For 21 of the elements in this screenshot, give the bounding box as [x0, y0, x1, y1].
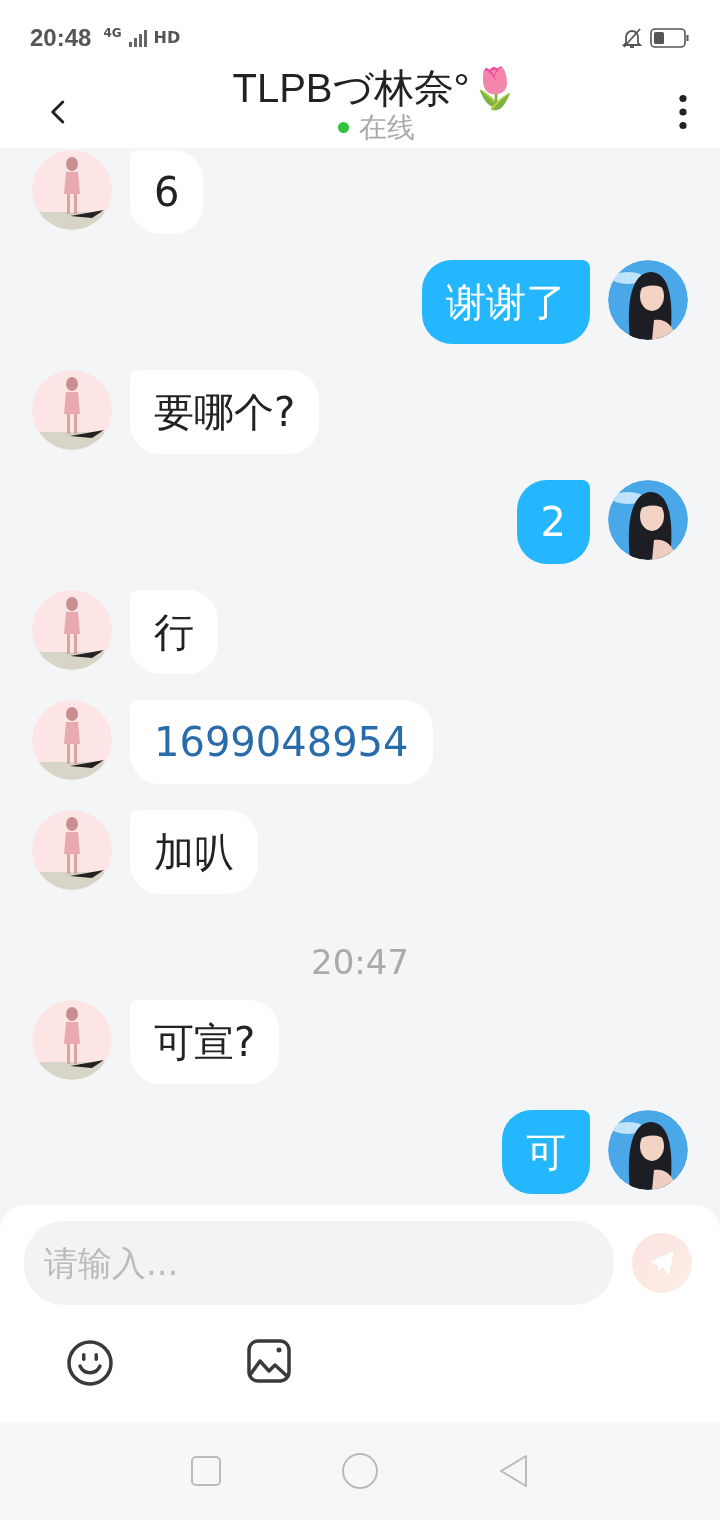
message-bubble: 6: [130, 150, 204, 234]
status-time: 20:48: [30, 23, 92, 52]
emoji-icon[interactable]: [66, 1339, 114, 1387]
signal-icon: [127, 27, 148, 48]
message-bubble: 可: [502, 1110, 590, 1194]
hd-label: HD: [153, 28, 181, 47]
message-bubble: 2: [516, 480, 590, 564]
message-bubble: 要哪个?: [130, 370, 320, 454]
message-time: 20:47: [311, 942, 409, 982]
message-bubble: 加叭: [130, 810, 258, 894]
online-status: 在线: [358, 111, 415, 144]
battery-icon: [650, 27, 690, 48]
network-label: 4G: [103, 26, 122, 40]
chat-title: TLPBづ林奈°🌷: [232, 64, 520, 112]
phone-link[interactable]: 1699048954: [130, 700, 433, 784]
message-bubble: 行: [130, 590, 218, 674]
more-icon[interactable]: [678, 93, 688, 130]
message-input[interactable]: 请输入...: [24, 1221, 614, 1305]
message-bubble: 谢谢了: [422, 260, 590, 344]
image-icon[interactable]: [247, 1339, 291, 1383]
message-bubble: 可宣?: [130, 1000, 280, 1084]
